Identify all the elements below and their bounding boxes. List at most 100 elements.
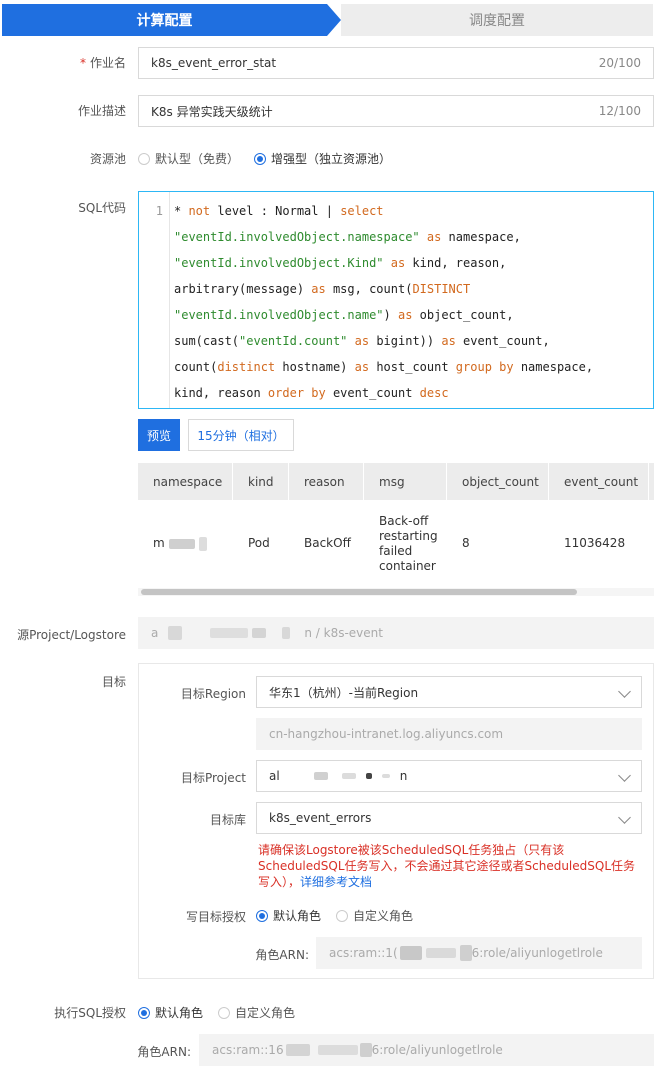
target-project-prefix: al: [269, 769, 280, 783]
sql-keyword: as: [354, 360, 370, 374]
target-endpoint: cn-hangzhou-intranet.log.aliyuncs.com: [256, 718, 642, 750]
target-store-label: 目标库: [209, 813, 246, 827]
sql-token: ): [383, 308, 398, 322]
radio-exec-default-label: 默认角色: [155, 1006, 204, 1020]
radio-icon: [218, 1006, 230, 1019]
preview-button[interactable]: 预览: [138, 419, 180, 451]
target-store-value: k8s_event_errors: [269, 811, 372, 825]
target-store-select[interactable]: k8s_event_errors: [256, 802, 642, 834]
redacted-block: [359, 1043, 372, 1057]
radio-icon: [138, 152, 150, 165]
step-arrow: [327, 4, 341, 36]
source-prefix: a: [151, 626, 159, 640]
radio-enhanced-pool-label: 增强型（独立资源池）: [271, 152, 392, 166]
radio-selected-icon: [254, 152, 266, 165]
exec-arn-suffix: 6:role/aliyunlogetlrole: [371, 1043, 503, 1057]
sql-token: hostname): [275, 360, 355, 374]
redacted-block: [282, 627, 291, 639]
radio-default-pool-label: 默认型（免费）: [155, 152, 240, 166]
sql-code: * not level : Normal | select "eventId.in…: [174, 202, 593, 410]
target-arn-suffix: 6:role/aliyunlogetlrole: [471, 946, 603, 960]
exec-arn-input: acs:ram::16 6:role/aliyunlogetlrole: [199, 1034, 654, 1066]
sql-keyword: as: [426, 230, 442, 244]
sql-keyword: as: [441, 334, 456, 348]
chevron-down-icon: [618, 811, 631, 824]
table-scrollbar[interactable]: [138, 588, 654, 596]
redacted-block: [317, 1045, 358, 1055]
redacted-block: [252, 628, 267, 638]
redacted-block: [425, 948, 456, 958]
radio-exec-default-role[interactable]: 默认角色: [138, 1004, 203, 1021]
target-arn-input: acs:ram::1( 6:role/aliyunlogetlrole: [316, 937, 642, 969]
sql-token: bigint)): [369, 334, 442, 348]
sql-keyword: desc: [419, 386, 449, 400]
col-reason: reason: [289, 463, 364, 500]
docs-link[interactable]: 详细参考文档: [300, 875, 372, 889]
step-compute-config[interactable]: 计算配置: [2, 4, 327, 36]
scrollbar-thumb[interactable]: [141, 589, 577, 595]
required-mark: *: [79, 56, 86, 70]
radio-enhanced-pool[interactable]: 增强型（独立资源池）: [254, 150, 391, 167]
job-name-label-text: 作业名: [89, 56, 126, 70]
source-suffix: n / k8s-event: [304, 626, 383, 640]
job-desc-count: 12/100: [598, 104, 641, 118]
sql-code-line: "eventId.involvedObject.namespace" as na…: [174, 228, 593, 254]
cell-object-count: 8: [462, 536, 470, 550]
line-gutter: 1: [139, 192, 169, 408]
job-desc-input[interactable]: K8s 异常实践天级统计 12/100: [138, 95, 654, 127]
target-region-label: 目标Region: [180, 687, 246, 701]
redacted-block: [459, 945, 472, 961]
source-label: 源Project/Logstore: [17, 628, 126, 642]
radio-icon: [336, 909, 348, 922]
redacted-block: [168, 538, 195, 549]
job-name-input[interactable]: k8s_event_error_stat 20/100: [138, 47, 654, 79]
radio-selected-icon: [138, 1006, 150, 1019]
sql-keyword: as: [390, 256, 406, 270]
sql-keyword: group by: [455, 360, 514, 374]
redacted-block: [399, 946, 422, 960]
col-event-count: event_count: [549, 463, 649, 500]
radio-write-default-label: 默认角色: [273, 909, 322, 923]
line-number: 1: [155, 204, 163, 218]
col-namespace: namespace: [138, 463, 233, 500]
target-arn-label: 角色ARN:: [255, 948, 309, 962]
sql-editor[interactable]: 1 * not level : Normal | select "eventId.…: [138, 191, 654, 409]
target-region-select[interactable]: 华东1（杭州）-当前Region: [256, 676, 642, 708]
job-name-value: k8s_event_error_stat: [151, 56, 277, 70]
source-input: a n / k8s-event: [138, 617, 654, 649]
sql-code-line: * not level : Normal | select: [174, 202, 593, 228]
redacted-block: [210, 628, 249, 638]
redacted-block: [341, 773, 356, 779]
radio-write-custom-role[interactable]: 自定义角色: [336, 907, 413, 924]
step-schedule-config[interactable]: 调度配置: [341, 4, 653, 36]
job-desc-value: K8s 异常实践天级统计: [151, 104, 273, 119]
sql-token: kind, reason: [174, 386, 268, 400]
job-desc-label: 作业描述: [77, 104, 126, 118]
cell-msg-line: failed: [379, 543, 413, 558]
write-auth-label: 写目标授权: [185, 910, 246, 924]
sql-keyword: as: [397, 308, 413, 322]
cell-reason: BackOff: [304, 536, 351, 550]
time-range-button[interactable]: 15分钟（相对）: [188, 419, 294, 451]
chevron-down-icon: [618, 685, 631, 698]
job-name-label: * 作业名: [80, 54, 126, 71]
radio-default-pool[interactable]: 默认型（免费）: [138, 150, 239, 167]
target-project-select[interactable]: al n: [256, 760, 642, 792]
exec-arn-label: 角色ARN:: [137, 1045, 191, 1059]
radio-write-default-role[interactable]: 默认角色: [256, 907, 321, 924]
radio-exec-custom-role[interactable]: 自定义角色: [218, 1004, 295, 1021]
sql-code-line: "eventId.involvedObject.Kind" as kind, r…: [174, 254, 593, 280]
sql-code-line: sum(cast("eventId.count" as bigint)) as …: [174, 332, 593, 358]
redacted-block: [381, 774, 390, 778]
sql-keyword: as: [311, 282, 326, 296]
sql-code-line: count(distinct hostname) as host_count g…: [174, 358, 593, 384]
target-arn-prefix: acs:ram::1(: [329, 946, 398, 960]
sql-token: event_count,: [455, 334, 550, 348]
sql-string: "eventId.involvedObject.Kind": [174, 256, 384, 270]
sql-keyword: order by: [267, 386, 326, 400]
cell-event-count: 11036428: [564, 536, 626, 550]
sql-label: SQL代码: [78, 201, 126, 215]
redacted-block: [198, 536, 207, 551]
